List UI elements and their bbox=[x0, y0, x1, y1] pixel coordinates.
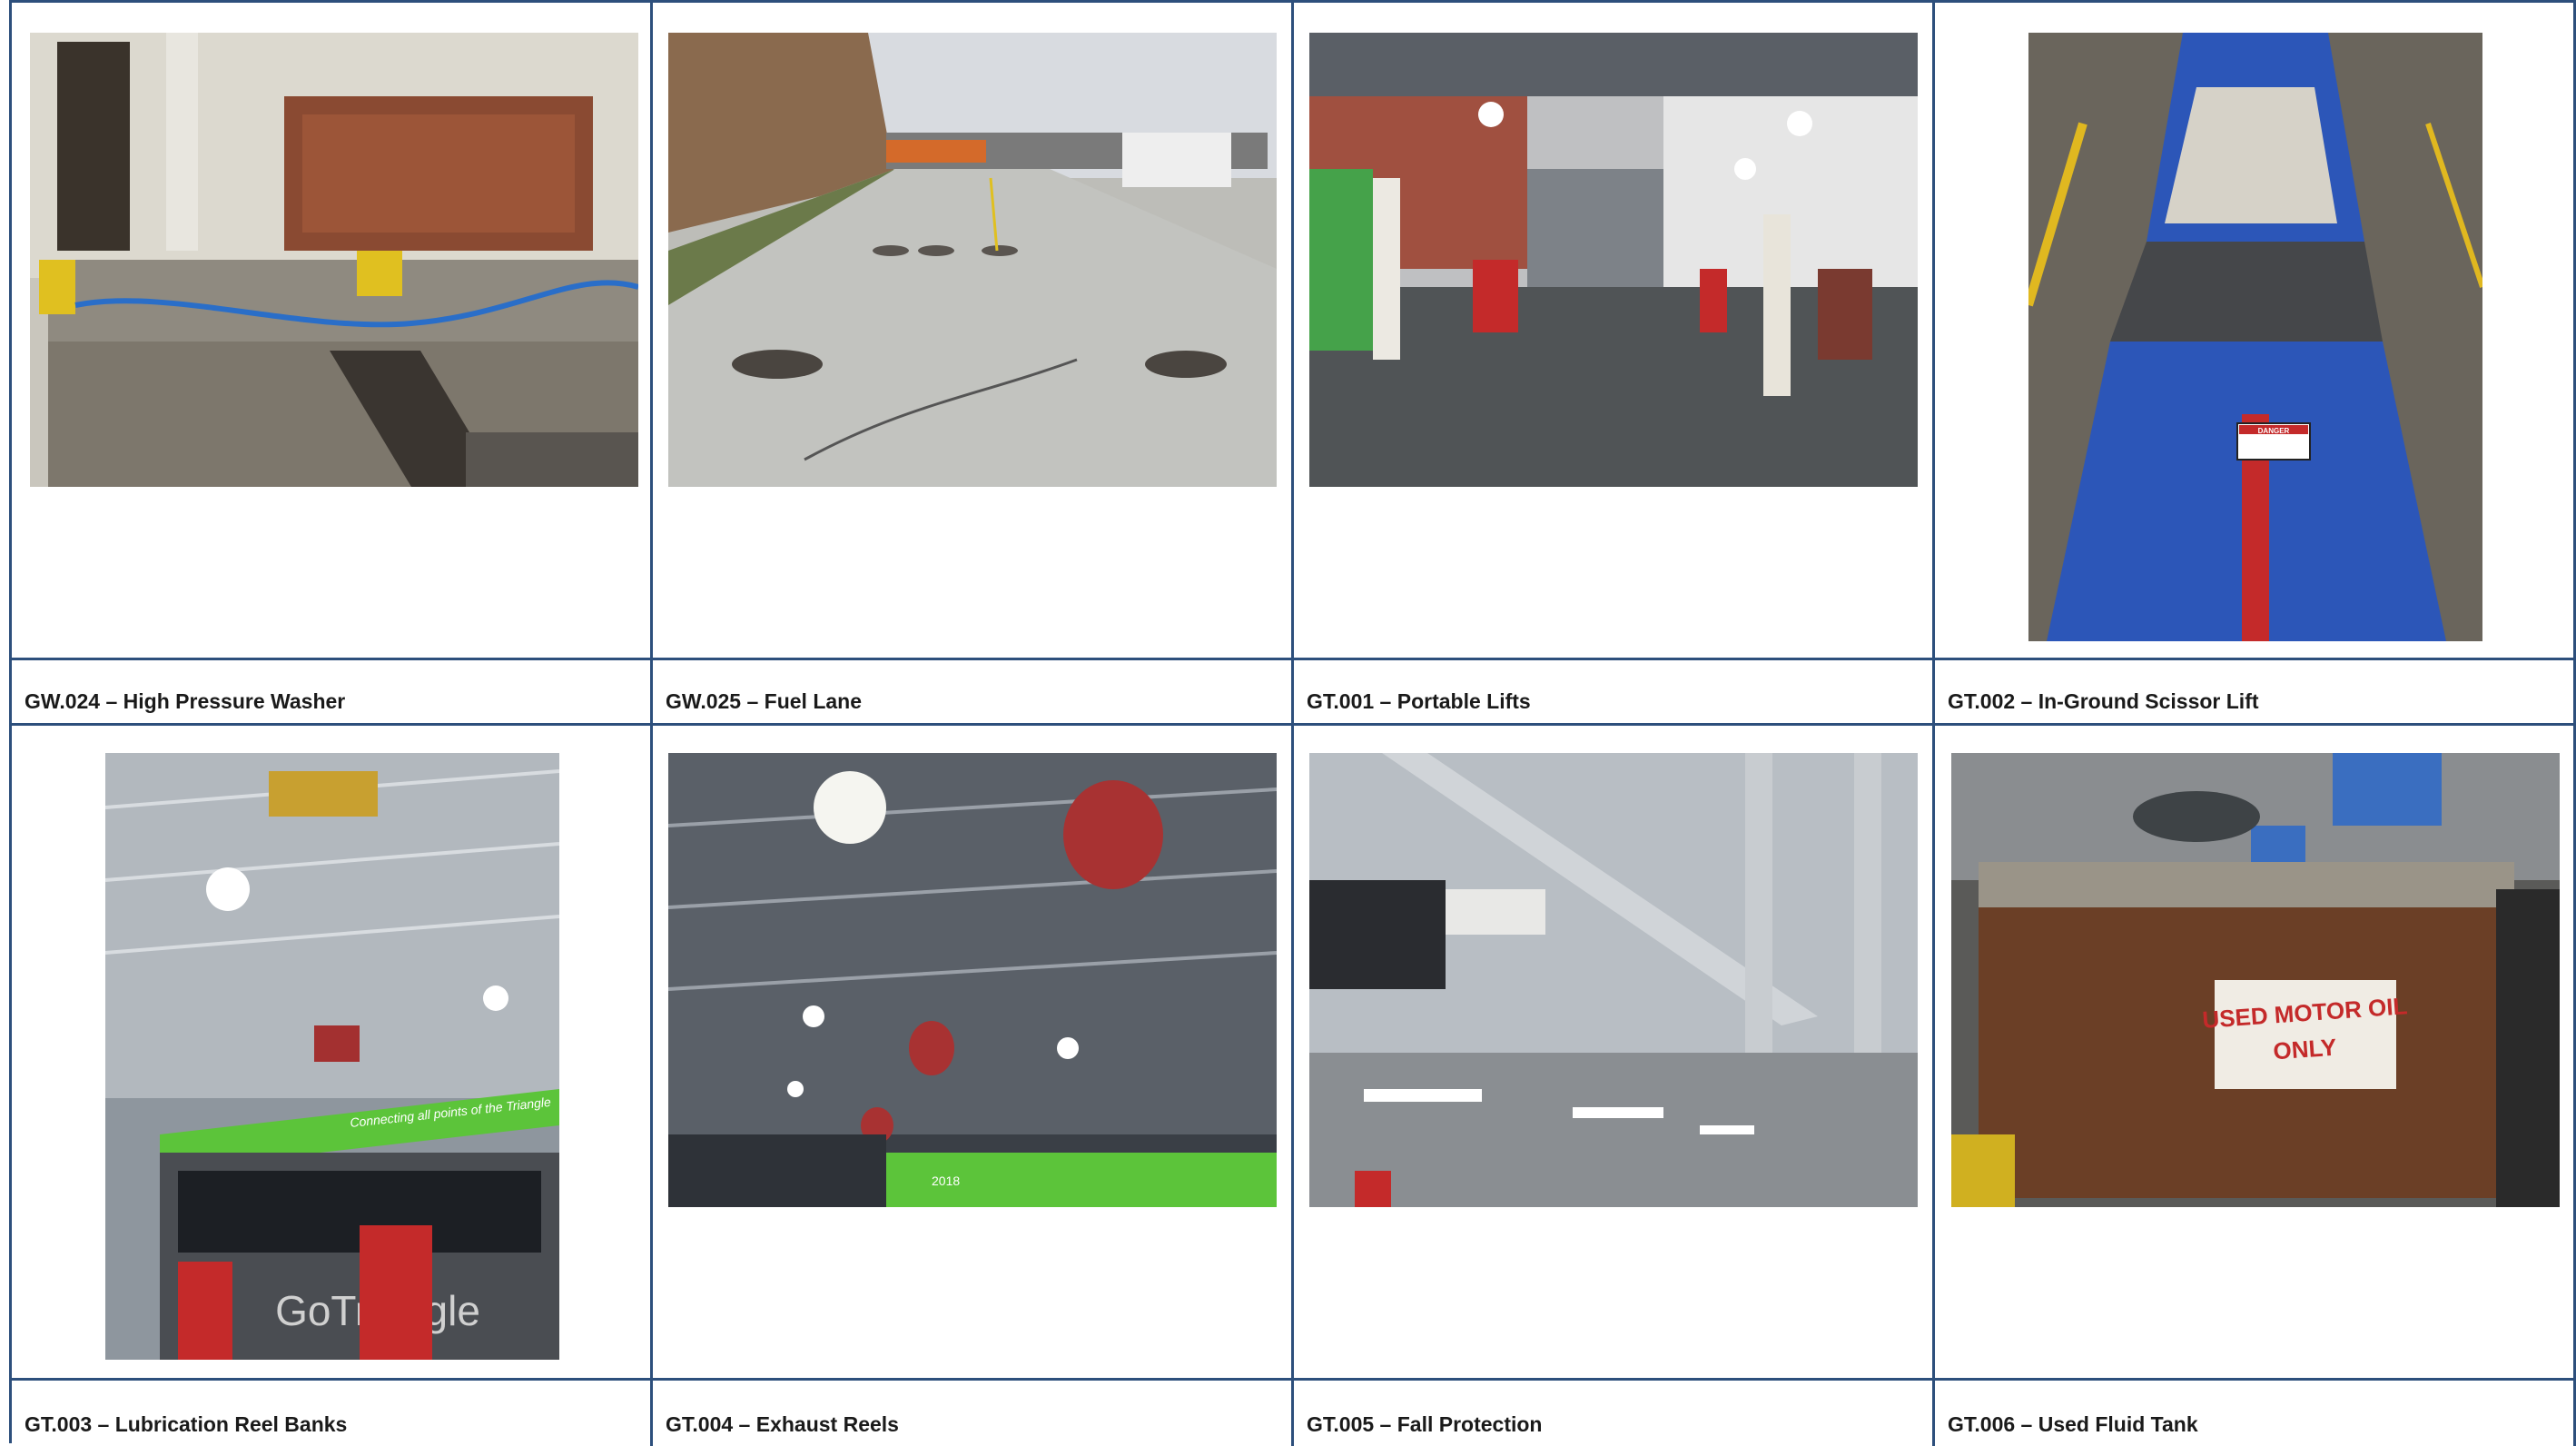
photo-high-pressure-washer bbox=[30, 33, 638, 487]
photo-log-table: DANGER GW.024 – High Pressure Washer GW.… bbox=[9, 0, 2576, 1446]
image-cell-4: DANGER bbox=[1935, 3, 2576, 660]
danger-sign-text: DANGER bbox=[2258, 427, 2290, 435]
row-1-captions: GW.024 – High Pressure Washer GW.025 – F… bbox=[12, 660, 2576, 726]
image-cell-3 bbox=[1294, 3, 1935, 660]
caption-cell-4: GT.002 – In-Ground Scissor Lift bbox=[1935, 660, 2576, 726]
caption-used-fluid-tank: GT.006 – Used Fluid Tank bbox=[1948, 1412, 2198, 1436]
caption-cell-8: GT.006 – Used Fluid Tank bbox=[1935, 1381, 2576, 1446]
photo-fuel-lane bbox=[668, 33, 1277, 487]
caption-portable-lifts: GT.001 – Portable Lifts bbox=[1307, 689, 1531, 713]
image-cell-6: 2018 bbox=[653, 726, 1294, 1381]
image-cell-2 bbox=[653, 3, 1294, 660]
photo-used-fluid-tank: USED MOTOR OIL ONLY bbox=[1951, 753, 2560, 1207]
row-1-images: DANGER bbox=[12, 3, 2576, 660]
image-cell-8: USED MOTOR OIL ONLY bbox=[1935, 726, 2576, 1381]
photo-portable-lifts bbox=[1309, 33, 1918, 487]
photo-exhaust-reels: 2018 bbox=[668, 753, 1277, 1207]
caption-lubrication-reel-banks: GT.003 – Lubrication Reel Banks bbox=[25, 1412, 348, 1436]
caption-in-ground-scissor-lift: GT.002 – In-Ground Scissor Lift bbox=[1948, 689, 2259, 713]
photo-lubrication-reel-banks: Connecting all points of the Triangle Go… bbox=[105, 753, 559, 1360]
caption-cell-6: GT.004 – Exhaust Reels bbox=[653, 1381, 1294, 1446]
caption-cell-5: GT.003 – Lubrication Reel Banks bbox=[12, 1381, 653, 1446]
image-cell-7 bbox=[1294, 726, 1935, 1381]
caption-fall-protection: GT.005 – Fall Protection bbox=[1307, 1412, 1543, 1436]
image-cell-1 bbox=[12, 3, 653, 660]
row-2-images: Connecting all points of the Triangle Go… bbox=[12, 726, 2576, 1381]
caption-high-pressure-washer: GW.024 – High Pressure Washer bbox=[25, 689, 346, 713]
caption-cell-3: GT.001 – Portable Lifts bbox=[1294, 660, 1935, 726]
caption-exhaust-reels: GT.004 – Exhaust Reels bbox=[666, 1412, 899, 1436]
bus-year-text: 2018 bbox=[932, 1174, 960, 1188]
photo-in-ground-scissor-lift: DANGER bbox=[2028, 33, 2482, 641]
photo-fall-protection bbox=[1309, 753, 1918, 1207]
caption-cell-7: GT.005 – Fall Protection bbox=[1294, 1381, 1935, 1446]
row-2-captions: GT.003 – Lubrication Reel Banks GT.004 –… bbox=[12, 1381, 2576, 1446]
caption-cell-1: GW.024 – High Pressure Washer bbox=[12, 660, 653, 726]
image-cell-5: Connecting all points of the Triangle Go… bbox=[12, 726, 653, 1381]
caption-fuel-lane: GW.025 – Fuel Lane bbox=[666, 689, 863, 713]
caption-cell-2: GW.025 – Fuel Lane bbox=[653, 660, 1294, 726]
oil-tank-text-line-2: ONLY bbox=[2272, 1034, 2337, 1065]
